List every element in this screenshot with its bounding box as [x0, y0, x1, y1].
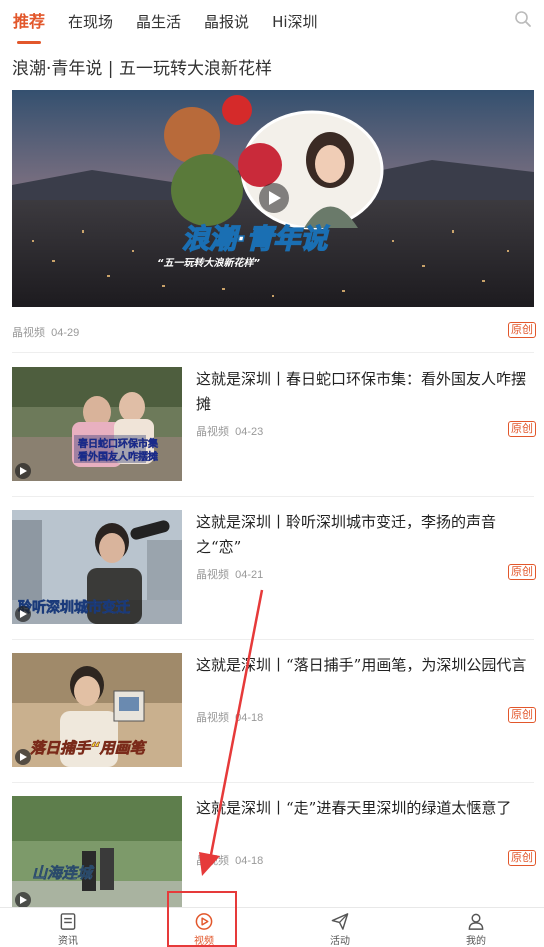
nav-label: 资讯 [58, 936, 78, 947]
date-label: 04-21 [235, 569, 264, 581]
nav-profile[interactable]: 我的 [408, 908, 544, 947]
thumb-caption: 聆听深圳城市变迁 [18, 599, 130, 616]
news-icon [60, 913, 76, 930]
date-label: 04-29 [51, 327, 80, 339]
article-meta: 晶视频 04-18 [196, 852, 263, 868]
article-title[interactable]: 这就是深圳丨春日蛇口环保市集：看外国友人咋摆摊 [196, 367, 536, 417]
video-thumbnail[interactable]: 聆听深圳城市变迁 [12, 510, 182, 624]
source-label: 晶视频 [12, 327, 45, 339]
source-label: 晶视频 [196, 426, 229, 438]
nav-label: 活动 [330, 936, 350, 947]
tab-jing-life[interactable]: 晶生活 [136, 4, 181, 40]
thumb-caption: 山海连城 [32, 864, 95, 882]
source-label: 晶视频 [196, 569, 229, 581]
original-badge: 原创 [508, 564, 536, 580]
list-item[interactable]: 聆听深圳城市变迁 这就是深圳丨聆听深圳城市变迁，李扬的声音之“恋” 晶视频 04… [0, 496, 544, 639]
original-badge: 原创 [508, 421, 536, 437]
article-meta: 晶视频 04-23 [196, 423, 263, 439]
tab-jingbao-says[interactable]: 晶报说 [204, 4, 249, 40]
list-item[interactable]: 落日捕手“用画笔 这就是深圳丨“落日捕手”用画笔，为深圳公园代言 晶视频 04-… [0, 639, 544, 782]
video-thumbnail[interactable]: 山海连城 [12, 796, 182, 910]
tab-recommend[interactable]: 推荐 [13, 4, 45, 44]
list-item[interactable]: 山海连城 这就是深圳丨“走”进春天里深圳的绿道太惬意了 晶视频 04-18 原创 [0, 782, 544, 925]
thumb-caption: 春日蛇口环保市集 [78, 437, 159, 450]
article-title[interactable]: 这就是深圳丨“走”进春天里深圳的绿道太惬意了 [196, 796, 536, 821]
search-icon[interactable] [514, 10, 532, 28]
source-label: 晶视频 [196, 855, 229, 867]
user-icon [468, 913, 484, 930]
bottom-nav: 资讯 视频 活动 我的 [0, 907, 544, 947]
source-label: 晶视频 [196, 712, 229, 724]
nav-news[interactable]: 资讯 [0, 908, 136, 947]
featured-headline[interactable]: 浪潮·青年说 | 五一玩转大浪新花样 [12, 54, 272, 79]
article-meta: 晶视频 04-18 [196, 709, 263, 725]
original-badge: 原创 [508, 322, 536, 338]
highlight-box [167, 891, 237, 947]
featured-video-thumbnail[interactable]: 浪潮·青年说 “五一玩转大浪新花样” [12, 90, 534, 307]
article-title[interactable]: 这就是深圳丨“落日捕手”用画笔，为深圳公园代言 [196, 653, 536, 678]
video-thumbnail[interactable]: 落日捕手“用画笔 [12, 653, 182, 767]
article-meta: 晶视频 04-21 [196, 566, 263, 582]
date-label: 04-18 [235, 712, 264, 724]
list-item[interactable]: 春日蛇口环保市集 看外国友人咋摆摊 这就是深圳丨春日蛇口环保市集：看外国友人咋摆… [0, 353, 544, 496]
top-tab-bar: 推荐 在现场 晶生活 晶报说 Hi深圳 [0, 0, 544, 44]
date-label: 04-18 [235, 855, 264, 867]
featured-meta: 晶视频 04-29 [12, 324, 79, 340]
tab-on-site[interactable]: 在现场 [68, 4, 113, 40]
nav-label: 我的 [466, 936, 486, 947]
paper-plane-icon [331, 913, 349, 930]
article-title[interactable]: 这就是深圳丨聆听深圳城市变迁，李扬的声音之“恋” [196, 510, 536, 560]
video-thumbnail[interactable]: 春日蛇口环保市集 看外国友人咋摆摊 [12, 367, 182, 481]
original-badge: 原创 [508, 850, 536, 866]
thumb-caption: 看外国友人咋摆摊 [78, 450, 158, 463]
date-label: 04-23 [235, 426, 264, 438]
tab-hi-shenzhen[interactable]: Hi深圳 [272, 4, 317, 40]
hero-overlay-title: 浪潮·青年说 [182, 224, 330, 255]
hero-overlay-subtitle: “五一玩转大浪新花样” [157, 257, 260, 269]
original-badge: 原创 [508, 707, 536, 723]
nav-activity[interactable]: 活动 [272, 908, 408, 947]
thumb-caption: 落日捕手“用画笔 [30, 739, 148, 757]
